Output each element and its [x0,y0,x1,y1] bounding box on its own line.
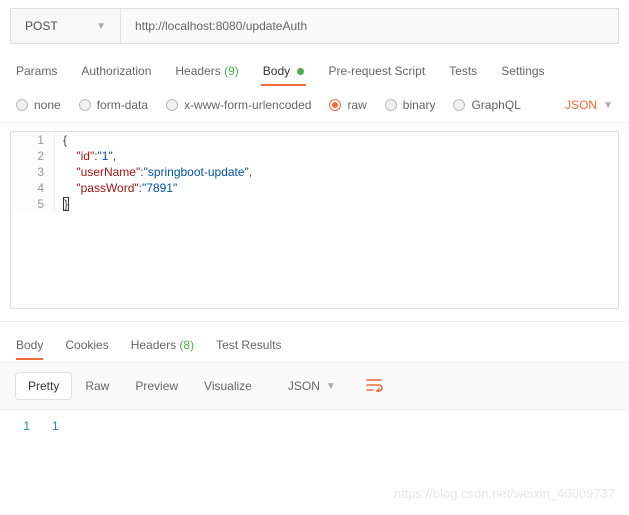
radio-icon [166,99,178,111]
resp-tab-test[interactable]: Test Results [216,334,281,360]
view-raw[interactable]: Raw [73,373,121,399]
dot-indicator-icon [297,68,304,75]
tab-prerequest[interactable]: Pre-request Script [328,58,425,86]
response-text: 1 [44,418,67,434]
radio-icon [329,99,341,111]
radio-binary[interactable]: binary [385,98,436,112]
url-input[interactable] [121,9,618,43]
tab-authorization[interactable]: Authorization [81,58,151,86]
radio-graphql[interactable]: GraphQL [453,98,520,112]
line-number: 4 [11,180,55,196]
tab-body[interactable]: Body [263,58,305,86]
line-number: 1 [11,132,55,148]
request-body-editor[interactable]: 1{ 2 "id":"1", 3 "userName":"springboot-… [10,131,619,309]
line-number: 5 [11,196,55,212]
method-select[interactable]: POST ▼ [11,9,121,43]
view-pretty[interactable]: Pretty [16,373,71,399]
radio-raw[interactable]: raw [329,98,366,112]
radio-icon [79,99,91,111]
radio-icon [453,99,465,111]
request-tabs: Params Authorization Headers (9) Body Pr… [0,44,629,86]
tab-tests[interactable]: Tests [449,58,477,86]
tab-body-label: Body [263,64,290,78]
radio-none[interactable]: none [16,98,61,112]
raw-format-select[interactable]: JSON ▼ [565,98,613,112]
radio-icon [385,99,397,111]
response-format-select[interactable]: JSON ▼ [276,373,348,399]
radio-icon [16,99,28,111]
view-preview[interactable]: Preview [123,373,190,399]
tab-settings[interactable]: Settings [501,58,544,86]
watermark: https://blog.csdn.net/weixin_40009737 [394,486,615,501]
view-visualize[interactable]: Visualize [192,373,264,399]
tab-headers[interactable]: Headers (9) [175,58,238,86]
resp-headers-count: (8) [179,338,194,352]
radio-formdata[interactable]: form-data [79,98,148,112]
tab-headers-label: Headers [175,64,220,78]
response-toolbar: Pretty Raw Preview Visualize JSON ▼ [0,362,629,410]
chevron-down-icon: ▼ [603,100,613,111]
response-tabs: Body Cookies Headers (8) Test Results [0,322,629,360]
chevron-down-icon: ▼ [96,21,106,32]
wrap-lines-icon[interactable] [366,378,384,395]
line-number: 2 [11,148,55,164]
chevron-down-icon: ▼ [326,381,336,392]
resp-tab-body[interactable]: Body [16,334,43,360]
tab-params[interactable]: Params [16,58,57,86]
resp-tab-cookies[interactable]: Cookies [65,334,108,360]
headers-count: (9) [224,64,239,78]
body-type-row: none form-data x-www-form-urlencoded raw… [0,86,629,123]
cursor-icon: } [63,197,69,211]
line-number: 3 [11,164,55,180]
line-number: 1 [0,418,44,434]
response-body[interactable]: 1 1 [0,410,629,442]
radio-xwww[interactable]: x-www-form-urlencoded [166,98,311,112]
resp-tab-headers[interactable]: Headers (8) [131,334,194,360]
method-label: POST [25,19,58,33]
